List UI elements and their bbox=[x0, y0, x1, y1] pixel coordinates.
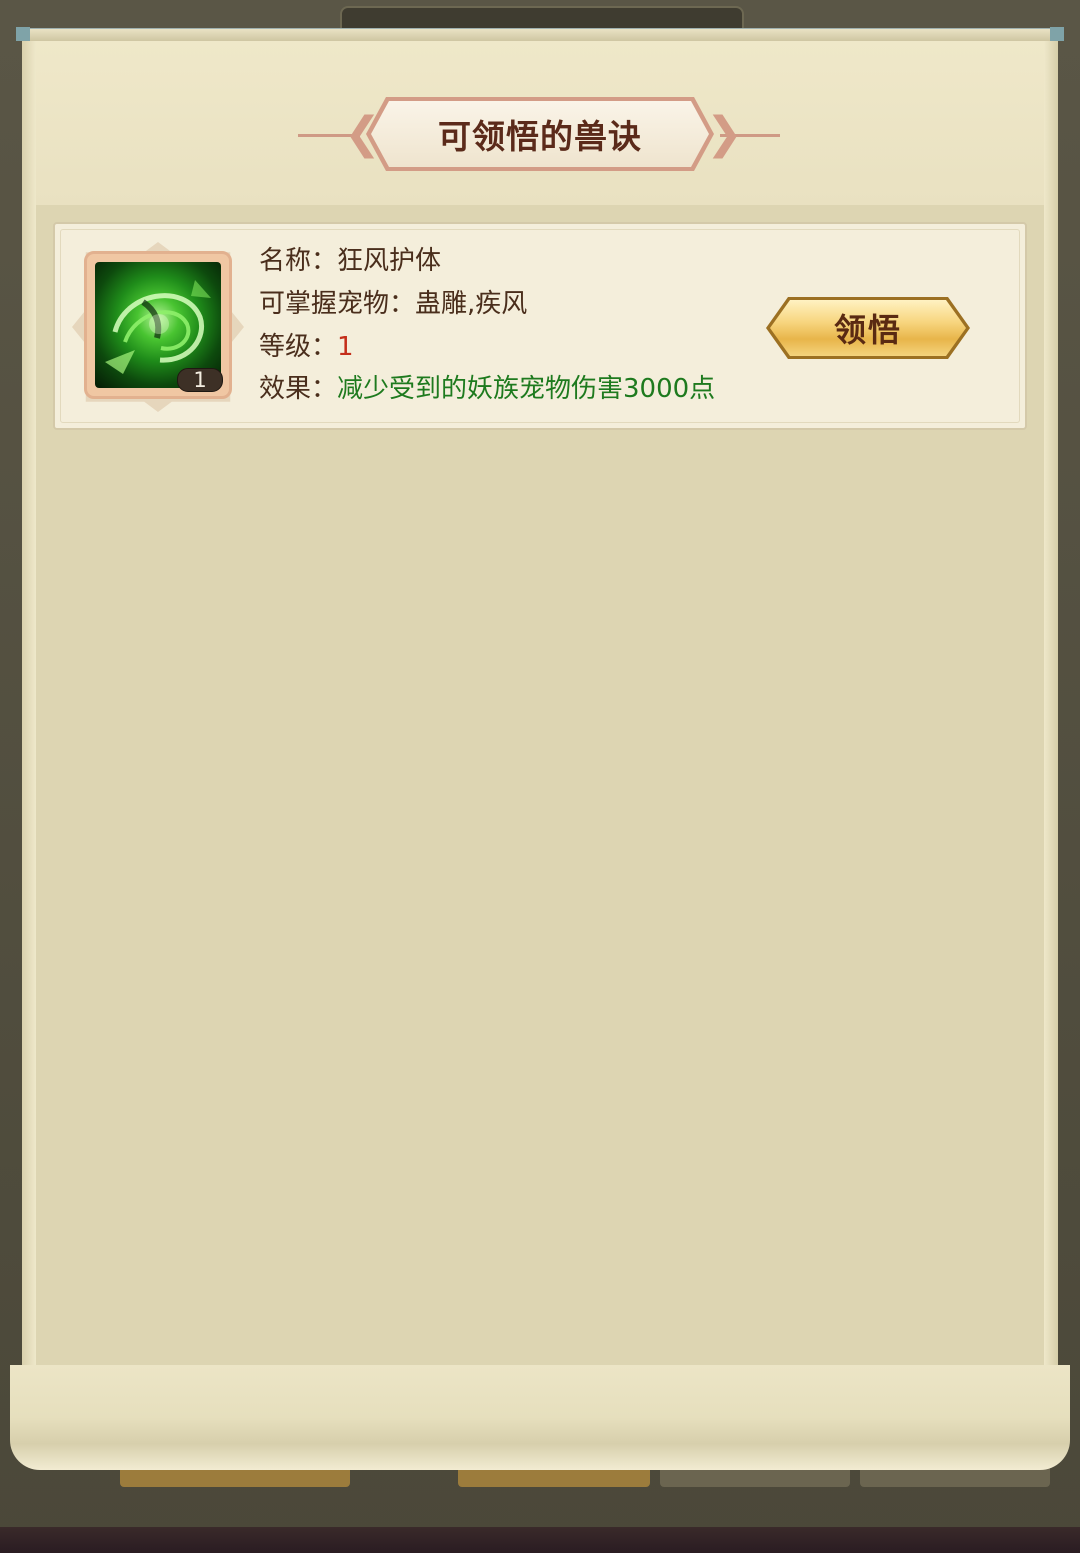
skill-pets-value: 蛊雕,疾风 bbox=[415, 289, 528, 319]
scroll-edge-right bbox=[1044, 40, 1058, 1440]
learn-button-face[interactable]: 领悟 bbox=[770, 300, 966, 356]
scroll-bottom-roll bbox=[10, 1365, 1070, 1470]
skill-name-row: 名称：狂风护体 bbox=[259, 245, 441, 277]
skill-effect-value: 减少受到的妖族宠物伤害3000点 bbox=[337, 374, 716, 404]
skill-level-value: 1 bbox=[337, 332, 354, 362]
scroll-top-rod bbox=[16, 27, 1064, 41]
scroll-edge-left bbox=[22, 40, 36, 1440]
skill-level-label: 等级： bbox=[259, 332, 338, 362]
skill-pets-label: 可掌握宠物： bbox=[259, 289, 416, 319]
skill-level-row: 等级：1 bbox=[259, 331, 354, 363]
skill-pets-row: 可掌握宠物：蛊雕,疾风 bbox=[259, 288, 527, 320]
panel-title: 可领悟的兽诀 bbox=[438, 117, 642, 156]
skill-effect-label: 效果： bbox=[259, 374, 338, 404]
skill-effect-row: 效果：减少受到的妖族宠物伤害3000点 bbox=[259, 373, 715, 405]
skill-name-label: 名称： bbox=[259, 246, 338, 276]
skill-name-value: 狂风护体 bbox=[337, 246, 442, 276]
skill-level-badge: 1 bbox=[177, 368, 223, 392]
background-bottom-strip bbox=[0, 1527, 1080, 1553]
learn-button-label: 领悟 bbox=[833, 311, 902, 349]
learn-button[interactable]: 领悟 bbox=[766, 297, 970, 359]
